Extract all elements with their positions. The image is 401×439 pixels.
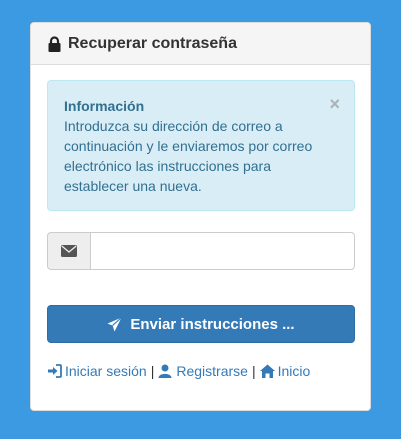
panel-title: Recuperar contraseña <box>68 34 237 52</box>
user-icon <box>158 364 173 378</box>
send-instructions-button[interactable]: Enviar instrucciones ... <box>47 305 355 343</box>
login-link[interactable]: Iniciar sesión <box>47 363 147 379</box>
paper-plane-icon <box>107 316 123 332</box>
lock-icon <box>47 35 62 52</box>
link-separator: | <box>251 363 256 379</box>
email-input-group <box>47 232 355 270</box>
info-alert: × Información Introduzca su dirección de… <box>47 80 355 211</box>
sign-in-icon <box>47 364 62 378</box>
footer-links: Iniciar sesión | Registrarse | Inicio <box>47 363 310 379</box>
send-instructions-label: Enviar instrucciones ... <box>130 315 295 333</box>
panel-heading: Recuperar contraseña <box>31 23 370 65</box>
email-input[interactable] <box>90 232 355 270</box>
home-link-label: Inicio <box>277 363 311 379</box>
home-icon <box>259 364 275 378</box>
link-separator: | <box>150 363 155 379</box>
register-link[interactable]: Registrarse <box>158 363 248 379</box>
alert-message: Introduzca su dirección de correo a cont… <box>64 118 313 194</box>
register-link-label: Registrarse <box>176 363 248 379</box>
home-link[interactable]: Inicio <box>259 363 311 379</box>
alert-close-button[interactable]: × <box>329 95 340 113</box>
login-link-label: Iniciar sesión <box>65 363 147 379</box>
alert-title: Información <box>64 98 145 114</box>
email-addon <box>47 232 90 270</box>
recover-password-panel: Recuperar contraseña × Información Intro… <box>30 22 371 411</box>
envelope-icon <box>61 245 77 257</box>
